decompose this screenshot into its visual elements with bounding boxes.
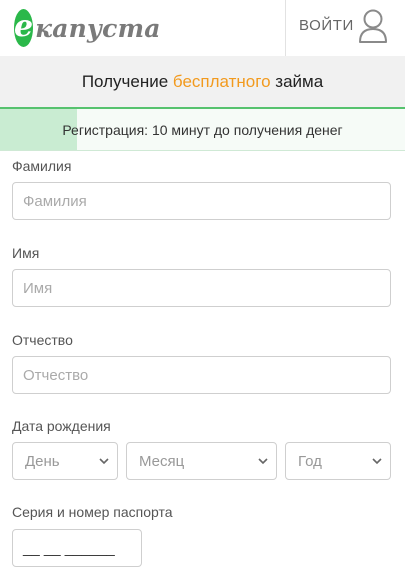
registration-progress: Регистрация: 10 минут до получения денег — [0, 107, 405, 151]
header-divider — [285, 0, 286, 56]
passport-mask: __ __ ______ — [23, 539, 115, 557]
birth-year-value: Год — [298, 452, 322, 470]
login-link[interactable]: ВОЙТИ — [299, 17, 354, 34]
chevron-down-icon — [99, 458, 109, 465]
passport-label: Серия и номер паспорта — [12, 504, 173, 520]
logo-mark: е — [14, 9, 34, 47]
logo[interactable]: е капуста — [14, 5, 160, 51]
name-label: Имя — [12, 245, 40, 261]
birth-day-select[interactable]: День — [12, 442, 118, 480]
name-input[interactable] — [12, 269, 391, 307]
title-prefix: Получение — [81, 71, 173, 91]
passport-input[interactable]: __ __ ______ — [12, 529, 142, 567]
chevron-down-icon — [372, 458, 382, 465]
logo-text: капуста — [35, 13, 161, 43]
birth-day-value: День — [25, 452, 60, 470]
birthdate-label: Дата рождения — [12, 418, 111, 434]
patronymic-input[interactable] — [12, 356, 391, 394]
surname-label: Фамилия — [12, 158, 72, 174]
surname-input[interactable] — [12, 182, 391, 220]
birth-year-select[interactable]: Год — [285, 442, 391, 480]
birth-month-value: Месяц — [139, 452, 185, 470]
title-suffix: займа — [270, 71, 324, 91]
user-icon[interactable] — [358, 8, 388, 44]
page-title: Получение бесплатного займа — [0, 56, 405, 107]
patronymic-label: Отчество — [12, 332, 73, 348]
title-accent: бесплатного — [172, 71, 271, 91]
header: е капуста ВОЙТИ — [0, 0, 405, 56]
chevron-down-icon — [258, 458, 268, 465]
birth-month-select[interactable]: Месяц — [126, 442, 277, 480]
progress-text: Регистрация: 10 минут до получения денег — [62, 121, 343, 138]
